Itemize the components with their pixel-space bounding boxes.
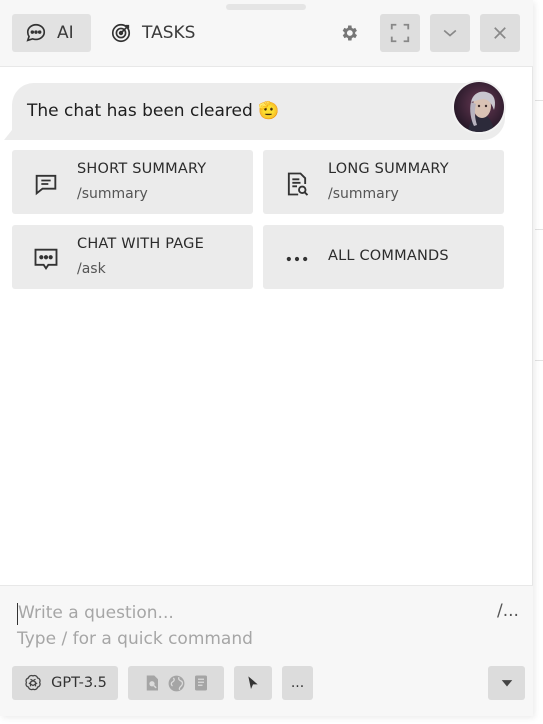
book-icon[interactable]: [192, 674, 210, 692]
long-summary-button[interactable]: LONG SUMMARY /summary: [263, 150, 504, 214]
chat-with-page-button[interactable]: CHAT WITH PAGE /ask: [12, 225, 253, 289]
fullscreen-icon: [390, 23, 410, 43]
chat-message-text: The chat has been cleared 🫡: [27, 101, 280, 121]
more-options-button[interactable]: ...: [282, 666, 313, 700]
command-title: LONG SUMMARY: [328, 161, 449, 177]
panel-header: AI TASKS: [0, 0, 533, 67]
command-title: ALL COMMANDS: [328, 248, 449, 264]
command-shortcut: /summary: [77, 186, 148, 202]
command-shortcut: /summary: [328, 186, 399, 202]
command-title: CHAT WITH PAGE: [77, 236, 204, 252]
tab-tasks-label: TASKS: [142, 23, 196, 43]
slash-commands-button[interactable]: /...: [497, 601, 519, 621]
background-divider: [535, 229, 543, 230]
background-divider: [535, 360, 543, 361]
question-input[interactable]: Write a question...: [18, 603, 174, 623]
drag-handle[interactable]: [226, 4, 306, 10]
tab-tasks[interactable]: TASKS: [110, 14, 195, 52]
openai-icon: [25, 674, 41, 691]
close-icon: [494, 27, 506, 39]
model-select-button[interactable]: GPT-3.5: [12, 666, 118, 700]
select-element-button[interactable]: [234, 666, 272, 700]
close-button[interactable]: [480, 14, 520, 52]
all-commands-button[interactable]: ALL COMMANDS: [263, 225, 504, 289]
short-summary-button[interactable]: SHORT SUMMARY /summary: [12, 150, 253, 214]
more-horizontal-icon: [286, 256, 308, 262]
caret-down-icon: [501, 680, 512, 687]
globe-icon[interactable]: [167, 674, 186, 693]
model-label: GPT-3.5: [51, 675, 107, 691]
tab-ai-label: AI: [57, 23, 74, 43]
fullscreen-button[interactable]: [380, 14, 420, 52]
avatar: [452, 80, 506, 134]
background-page: [532, 0, 543, 724]
page-search-icon[interactable]: [143, 674, 161, 692]
expand-options-button[interactable]: [488, 666, 525, 700]
summary-icon: [35, 174, 57, 196]
context-tools-group: [128, 666, 224, 700]
chevron-down-icon: [443, 29, 457, 37]
command-shortcut: /ask: [77, 261, 106, 277]
background-divider: [535, 100, 543, 101]
settings-icon: [342, 25, 357, 41]
chat-bubble-icon: [26, 23, 46, 42]
ai-chat-panel: AI TASKS The chat has been cleared 🫡 SHO…: [0, 0, 533, 716]
target-icon: [111, 23, 131, 43]
command-title: SHORT SUMMARY: [77, 161, 207, 177]
document-search-icon: [287, 172, 309, 196]
collapse-button[interactable]: [430, 14, 470, 52]
cursor-arrow-icon: [248, 676, 258, 689]
chat-dots-icon: [34, 248, 58, 271]
settings-button[interactable]: [333, 17, 365, 49]
tab-ai[interactable]: AI: [12, 14, 91, 52]
quick-command-hint: Type / for a quick command: [17, 629, 253, 649]
